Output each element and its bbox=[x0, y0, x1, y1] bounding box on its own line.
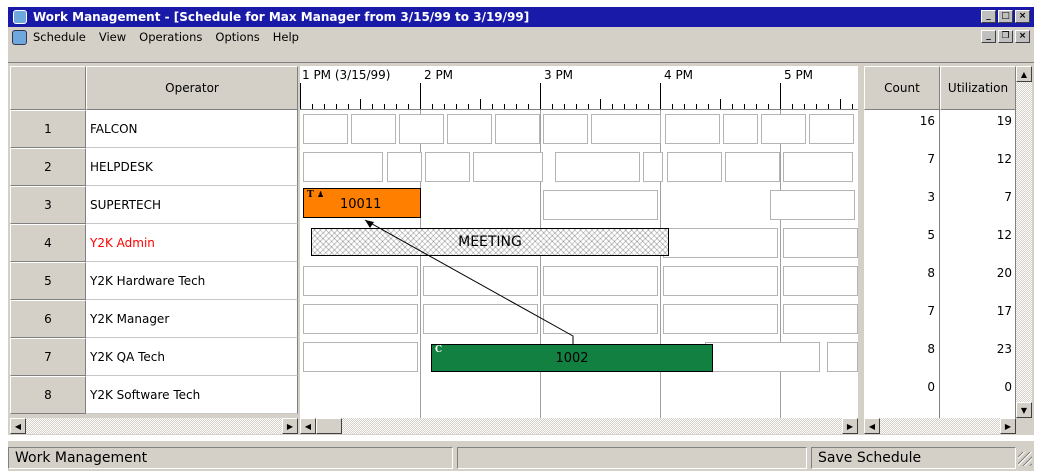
utilization-cell: 0 bbox=[1004, 380, 1012, 394]
count-cell: 5 bbox=[927, 228, 935, 242]
close-button[interactable]: × bbox=[1015, 10, 1030, 23]
gantt-horizontal-scrollbar[interactable]: ◀ ▶ bbox=[300, 418, 858, 434]
menu-schedule[interactable]: Schedule bbox=[33, 30, 86, 44]
row-header-5[interactable]: 5 bbox=[10, 262, 86, 300]
menu-operations[interactable]: Operations bbox=[139, 30, 202, 44]
count-header-label: Count bbox=[884, 81, 920, 95]
operator-name: SUPERTECH bbox=[90, 197, 161, 212]
operator-cell[interactable]: Y2K QA Tech bbox=[86, 338, 298, 376]
minimize-button[interactable]: _ bbox=[981, 10, 996, 23]
utilization-cell: 7 bbox=[1004, 190, 1012, 204]
utilization-cell: 12 bbox=[996, 152, 1012, 166]
count-cell: 8 bbox=[927, 342, 935, 356]
operator-name: Y2K Admin bbox=[90, 235, 155, 250]
operator-cell[interactable]: Y2K Manager bbox=[86, 300, 298, 338]
row-header-6[interactable]: 6 bbox=[10, 300, 86, 338]
app-icon bbox=[13, 10, 27, 24]
title-bar: Work Management - [Schedule for Max Mana… bbox=[8, 7, 1034, 27]
menu-view[interactable]: View bbox=[99, 30, 126, 44]
utilization-cell: 19 bbox=[996, 114, 1012, 128]
row-header-7[interactable]: 7 bbox=[10, 338, 86, 376]
scroll-up-arrow-icon[interactable]: ▲ bbox=[1016, 66, 1032, 82]
operator-name: Y2K QA Tech bbox=[90, 349, 165, 364]
row-header-3[interactable]: 3 bbox=[10, 186, 86, 224]
operator-name: Y2K Manager bbox=[90, 311, 170, 326]
utilization-cell: 12 bbox=[996, 228, 1012, 242]
scroll-down-arrow-icon[interactable]: ▼ bbox=[1016, 402, 1032, 418]
status-left: Work Management bbox=[8, 447, 453, 469]
maximize-button[interactable]: □ bbox=[998, 10, 1013, 23]
mdi-restore-button[interactable]: ❐ bbox=[998, 30, 1013, 43]
operator-cell[interactable]: Y2K Software Tech bbox=[86, 376, 298, 414]
mdi-close-button[interactable]: × bbox=[1015, 30, 1030, 43]
operator-name: Y2K Software Tech bbox=[90, 387, 201, 402]
utilization-header-label: Utilization bbox=[947, 81, 1009, 95]
row-header-1[interactable]: 1 bbox=[10, 110, 86, 148]
utilization-cell: 17 bbox=[996, 304, 1012, 318]
menu-options[interactable]: Options bbox=[215, 30, 259, 44]
operator-cell[interactable]: SUPERTECH bbox=[86, 186, 298, 224]
operator-name: Y2K Hardware Tech bbox=[90, 273, 206, 288]
stats-horizontal-scrollbar[interactable]: ◀ ▶ bbox=[864, 418, 1016, 434]
count-header[interactable]: Count bbox=[864, 66, 940, 110]
dependency-arrow bbox=[364, 219, 574, 345]
count-cell: 3 bbox=[927, 190, 935, 204]
resize-grip-icon[interactable] bbox=[1018, 452, 1032, 466]
document-icon[interactable] bbox=[12, 29, 27, 45]
menu-bar: Schedule View Operations Options Help _ … bbox=[8, 27, 1034, 63]
operator-cell[interactable]: HELPDESK bbox=[86, 148, 298, 186]
status-middle bbox=[457, 447, 807, 469]
count-cell: 8 bbox=[927, 266, 935, 280]
operator-cell[interactable]: Y2K Hardware Tech bbox=[86, 262, 298, 300]
operator-cell[interactable]: FALCON bbox=[86, 110, 298, 148]
gantt-chart: 1 PM (3/15/99) 2 PM 3 PM 4 PM 5 PM T ♟ 1… bbox=[300, 66, 858, 418]
scroll-right-arrow-icon[interactable]: ▶ bbox=[842, 418, 858, 434]
count-cell: 0 bbox=[927, 380, 935, 394]
operator-horizontal-scrollbar[interactable]: ◀ ▶ bbox=[10, 418, 298, 434]
scroll-left-arrow-icon[interactable]: ◀ bbox=[864, 418, 880, 434]
row-header-8[interactable]: 8 bbox=[10, 376, 86, 414]
count-cell: 16 bbox=[919, 114, 935, 128]
status-right-text: Save Schedule bbox=[818, 450, 922, 466]
utilization-cell: 23 bbox=[996, 342, 1012, 356]
vertical-scrollbar[interactable]: ▲ ▼ bbox=[1016, 66, 1032, 418]
scroll-left-arrow-icon[interactable]: ◀ bbox=[300, 418, 316, 434]
stats-table: 16 19 7 12 3 7 5 12 8 20 7 17 8 23 0 0 bbox=[864, 110, 1016, 418]
corner-header bbox=[10, 66, 86, 110]
window-title: Work Management - [Schedule for Max Mana… bbox=[33, 10, 530, 24]
operator-name: HELPDESK bbox=[90, 159, 153, 174]
mdi-minimize-button[interactable]: _ bbox=[981, 30, 996, 43]
operator-name: FALCON bbox=[90, 121, 138, 136]
status-left-text: Work Management bbox=[15, 450, 148, 466]
scroll-right-arrow-icon[interactable]: ▶ bbox=[1000, 418, 1016, 434]
operator-cell[interactable]: Y2K Admin bbox=[86, 224, 298, 262]
status-right: Save Schedule bbox=[811, 447, 1016, 469]
utilization-cell: 20 bbox=[996, 266, 1012, 280]
count-cell: 7 bbox=[927, 152, 935, 166]
row-header-2[interactable]: 2 bbox=[10, 148, 86, 186]
operator-header-label: Operator bbox=[165, 81, 219, 95]
scroll-right-arrow-icon[interactable]: ▶ bbox=[282, 418, 298, 434]
scroll-thumb[interactable] bbox=[316, 418, 342, 434]
operator-header[interactable]: Operator bbox=[86, 66, 298, 110]
row-header-4[interactable]: 4 bbox=[10, 224, 86, 262]
schedule-frame: Operator 1 FALCON 2 HELPDESK 3 SUPERTECH 4 Y2K … bbox=[8, 63, 1034, 435]
scroll-left-arrow-icon[interactable]: ◀ bbox=[10, 418, 26, 434]
menu-help[interactable]: Help bbox=[273, 30, 299, 44]
utilization-header[interactable]: Utilization bbox=[940, 66, 1016, 110]
count-cell: 7 bbox=[927, 304, 935, 318]
